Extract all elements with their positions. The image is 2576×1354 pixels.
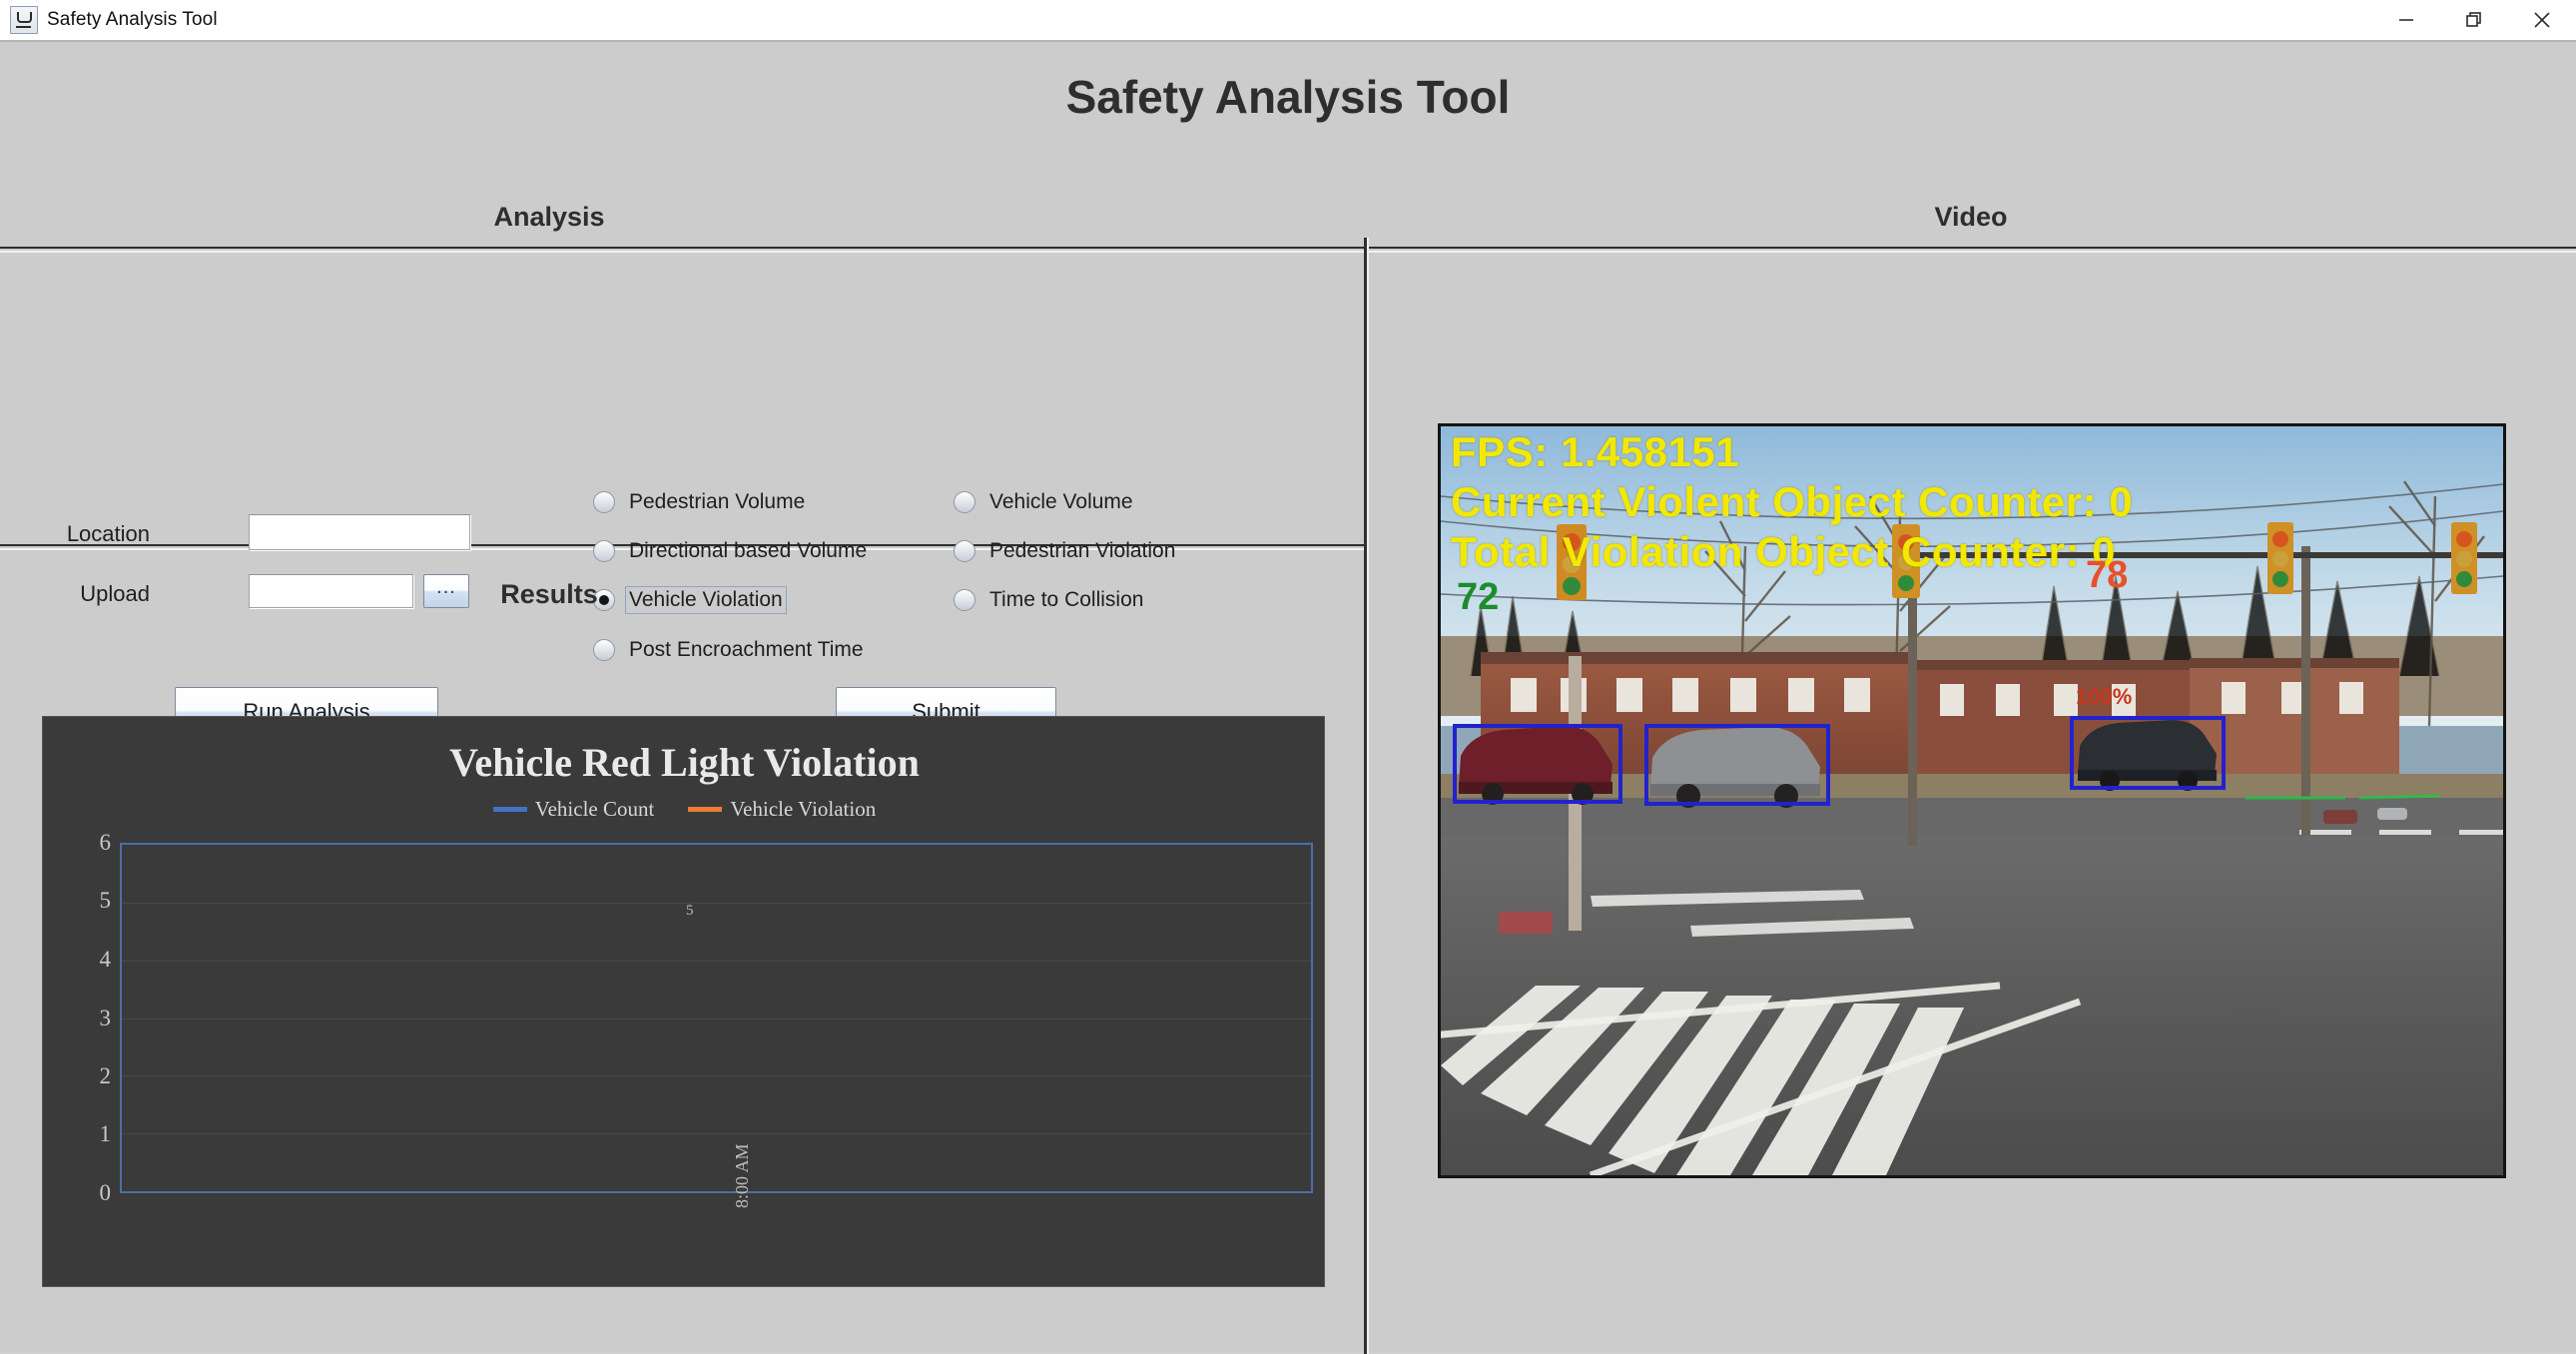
detection-label-signal-left: 72 xyxy=(1457,576,1500,618)
chart-legend: Vehicle Count Vehicle Violation xyxy=(43,797,1324,822)
vehicle-right-dark xyxy=(2078,720,2217,791)
restore-icon[interactable] xyxy=(2440,0,2508,40)
radio-vehicle-volume[interactable]: Vehicle Volume xyxy=(954,488,1137,516)
video-player[interactable]: FPS: 1.458151 Current Violent Object Cou… xyxy=(1438,423,2506,1178)
radio-label: Post Encroachment Time xyxy=(629,638,864,661)
radio-directional-based-volume[interactable]: Directional based Volume xyxy=(593,537,871,565)
legend-swatch-icon xyxy=(492,807,527,812)
analysis-form: Location Upload ... Run Analysis Submit … xyxy=(0,257,1364,737)
radio-post-encroachment-time[interactable]: Post Encroachment Time xyxy=(593,636,868,664)
detection-label-signal-right: 78 xyxy=(2086,554,2129,596)
page-title: Safety Analysis Tool xyxy=(1065,71,1511,123)
client-area: Safety Analysis Tool Analysis Video Loca… xyxy=(0,40,2576,1354)
radio-label: Directional based Volume xyxy=(629,539,868,562)
grid-line xyxy=(122,1133,1311,1135)
location-input[interactable] xyxy=(249,514,470,550)
radio-label: Pedestrian Volume xyxy=(629,490,806,513)
vertical-split-divider-highlight xyxy=(1367,238,1369,1354)
close-icon[interactable] xyxy=(2508,0,2576,40)
y-tick-label: 1 xyxy=(99,1121,112,1147)
detection-label-car-right: 100% xyxy=(2076,684,2133,709)
traffic-signal xyxy=(2267,522,2293,594)
y-tick-label: 5 xyxy=(99,888,112,914)
y-tick-label: 3 xyxy=(99,1005,112,1030)
chart-title: Vehicle Red Light Violation xyxy=(449,740,920,785)
video-overlay-fps: FPS: 1.458151 xyxy=(1451,428,1740,475)
vehicle-silver xyxy=(1650,727,1820,808)
legend-label: Vehicle Violation xyxy=(730,797,877,821)
y-tick-label: 2 xyxy=(99,1062,112,1088)
analysis-divider-highlight xyxy=(0,251,1364,253)
vehicle-dark-red xyxy=(1459,726,1612,805)
legend-swatch-icon xyxy=(688,807,723,812)
video-divider xyxy=(1369,247,2576,249)
grid-line xyxy=(122,1017,1311,1019)
window-controls xyxy=(2372,0,2576,40)
video-overlay-total-counter: Total Violation Object Counter: 0 xyxy=(1451,528,2116,575)
java-coffee-cup-icon xyxy=(10,6,38,34)
legend-label: Vehicle Count xyxy=(534,797,655,821)
minimize-icon[interactable] xyxy=(2372,0,2440,40)
radio-label: Pedestrian Violation xyxy=(989,539,1176,562)
radio-dot-icon xyxy=(954,540,975,562)
radio-dot-icon xyxy=(593,540,615,562)
application-window: Safety Analysis Tool Safety Analysis Too… xyxy=(0,0,2576,1354)
grid-line xyxy=(122,902,1311,904)
video-divider-highlight xyxy=(1369,251,2576,253)
grid-line xyxy=(122,960,1311,962)
y-tick-label: 6 xyxy=(99,830,112,855)
chart-plot-area: 5 xyxy=(120,843,1313,1193)
window-title: Safety Analysis Tool xyxy=(47,9,218,30)
radio-dot-icon xyxy=(593,639,615,661)
y-tick-label: 0 xyxy=(99,1180,112,1205)
chart-y-axis: 6 5 4 3 2 1 0 xyxy=(71,830,112,1205)
video-overlay-current-counter: Current Violent Object Counter: 0 xyxy=(1451,478,2134,525)
title-bar: Safety Analysis Tool xyxy=(0,0,2576,41)
traffic-signal xyxy=(2451,522,2477,594)
results-chart: Vehicle Red Light Violation Vehicle Coun… xyxy=(42,716,1325,1287)
location-label: Location xyxy=(66,521,150,546)
legend-item-vehicle-count: Vehicle Count xyxy=(492,797,655,822)
analysis-pane-header: Analysis xyxy=(493,202,605,232)
legend-item-vehicle-violation: Vehicle Violation xyxy=(688,797,876,822)
y-tick-label: 4 xyxy=(99,946,112,972)
x-tick-label: 8:00 AM xyxy=(732,1143,752,1208)
video-pane-header: Video xyxy=(1934,202,2008,232)
chart-data-label: 5 xyxy=(686,903,694,919)
radio-label: Vehicle Volume xyxy=(989,490,1133,513)
grid-line xyxy=(122,1075,1311,1077)
radio-pedestrian-volume[interactable]: Pedestrian Volume xyxy=(593,488,809,516)
radio-pedestrian-violation[interactable]: Pedestrian Violation xyxy=(954,537,1179,565)
results-pane-header: Results xyxy=(500,579,598,609)
analysis-divider xyxy=(0,247,1364,249)
radio-dot-icon xyxy=(593,491,615,513)
radio-dot-icon xyxy=(954,491,975,513)
